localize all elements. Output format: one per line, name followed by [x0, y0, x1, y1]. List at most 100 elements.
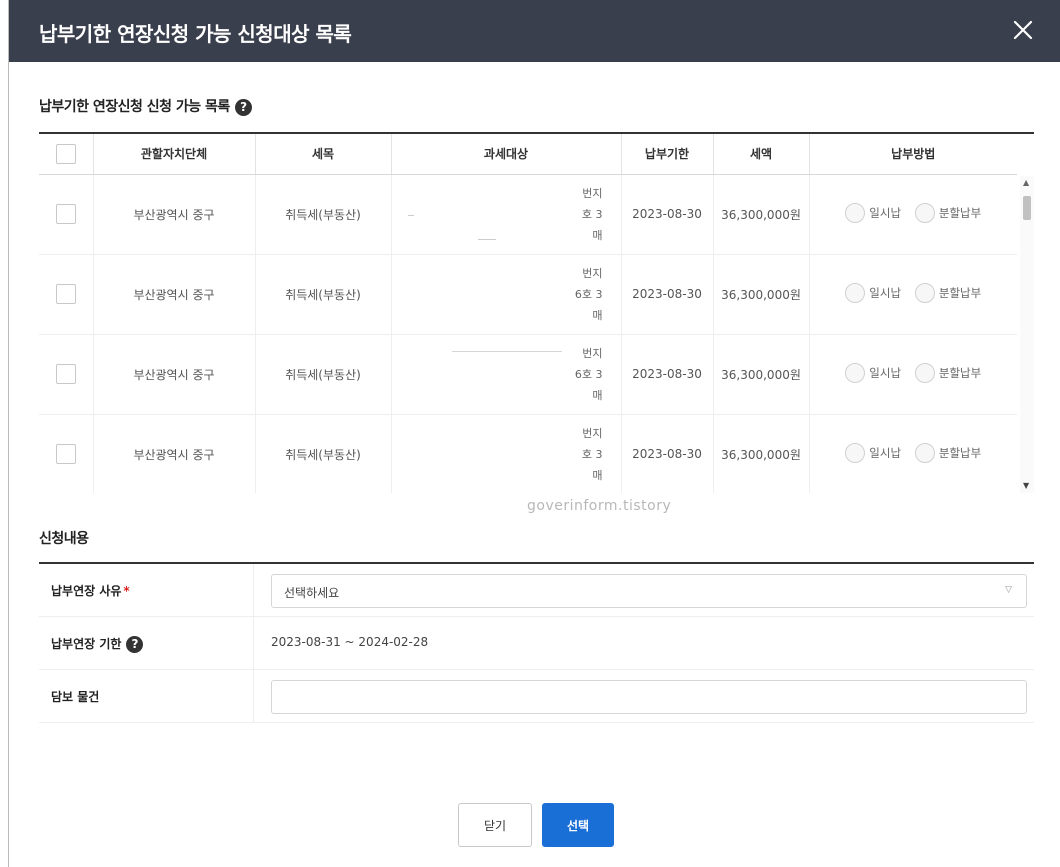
period-row: 납부연장 기한? 2023-08-31 ~ 2024-02-28: [39, 617, 1034, 670]
required-mark: *: [123, 584, 130, 598]
target-line: 6호 3: [574, 367, 603, 381]
payment-method-cell: 일시납 분할납부: [809, 174, 1017, 255]
select-all-cell: [39, 134, 94, 175]
payment-method-cell: 일시납 분할납부: [809, 254, 1017, 335]
table-row: 부산광역시 중구 취득세(부동산) 번지 6호 3 매 2023-08-30 3…: [39, 254, 1017, 335]
target-line: 호 3: [581, 207, 603, 221]
row-checkbox[interactable]: [55, 204, 76, 224]
payment-method-cell: 일시납 분할납부: [809, 414, 1017, 493]
lump-sum-option[interactable]: 일시납: [845, 282, 901, 303]
column-header-amount: 세액: [713, 134, 810, 175]
amount-cell: 36,300,000원: [713, 414, 810, 493]
target-line: 번지: [582, 346, 603, 360]
target-line: 매: [592, 468, 603, 482]
radio-button[interactable]: [845, 442, 866, 463]
help-icon[interactable]: ?: [126, 636, 144, 653]
authority-cell: 부산광역시 중구: [93, 174, 256, 255]
scroll-thumb[interactable]: [1023, 196, 1031, 220]
table-row: 부산광역시 중구 취득세(부동산) 번지 6호 3 매 2023-08-30 3…: [39, 334, 1017, 415]
due-date-cell: 2023-08-30: [621, 334, 714, 415]
target-line: 매: [592, 308, 603, 322]
row-checkbox[interactable]: [55, 284, 76, 304]
target-cell: 번지 호 3 매: [391, 174, 622, 255]
collateral-label: 담보 물건: [51, 690, 100, 704]
table-scrollbar[interactable]: ▲ ▼: [1020, 176, 1034, 493]
column-header-target: 과세대상: [391, 134, 622, 175]
select-button[interactable]: 선택: [542, 803, 614, 847]
radio-button[interactable]: [914, 362, 935, 383]
dialog-header: 납부기한 연장신청 가능 신청대상 목록: [9, 0, 1060, 62]
close-icon[interactable]: [1007, 14, 1039, 46]
radio-button[interactable]: [845, 202, 866, 223]
authority-cell: 부산광역시 중구: [93, 334, 256, 415]
radio-button[interactable]: [914, 442, 935, 463]
target-line: 6호 3: [574, 287, 603, 301]
amount-cell: 36,300,000원: [713, 334, 810, 415]
redaction-mark: [477, 238, 496, 240]
select-all-checkbox[interactable]: [55, 143, 76, 164]
installment-option[interactable]: 분할납부: [914, 202, 981, 223]
period-label: 납부연장 기한?: [51, 635, 144, 653]
due-date-cell: 2023-08-30: [621, 174, 714, 255]
redaction-mark: [407, 214, 414, 216]
payment-method-cell: 일시납 분할납부: [809, 334, 1017, 415]
installment-option[interactable]: 분할납부: [914, 362, 981, 383]
apply-form: 납부연장 사유 * 선택하세요 ▽ 납부연장 기한? 2023-08-31 ~ 2…: [39, 562, 1034, 723]
target-line: 번지: [582, 426, 603, 440]
chevron-down-icon: ▽: [1005, 585, 1012, 595]
authority-cell: 부산광역시 중구: [93, 414, 256, 493]
radio-button[interactable]: [914, 282, 935, 303]
tax-item-cell: 취득세(부동산): [255, 414, 392, 493]
list-section-title: 납부기한 연장신청 신청 가능 목록?: [39, 96, 252, 116]
column-header-tax-item: 세목: [255, 134, 392, 175]
watermark: goverinform.tistory: [527, 498, 672, 514]
table-header-row: 관할자치단체 세목 과세대상 납부기한 세액 납부방법: [39, 134, 1017, 175]
collateral-row: 담보 물건: [39, 670, 1034, 723]
collateral-input[interactable]: [271, 680, 1027, 714]
target-line: 번지: [582, 186, 603, 200]
row-checkbox[interactable]: [55, 444, 76, 464]
target-table: 관할자치단체 세목 과세대상 납부기한 세액 납부방법 부산광역시 중구 취득세…: [39, 132, 1034, 493]
table-row: 부산광역시 중구 취득세(부동산) 번지 호 3 매 2023-08-30 36…: [39, 174, 1017, 255]
reason-select-value: 선택하세요: [284, 586, 340, 600]
column-header-payment-method: 납부방법: [809, 134, 1017, 175]
installment-option[interactable]: 분할납부: [914, 282, 981, 303]
lump-sum-option[interactable]: 일시납: [845, 442, 901, 463]
lump-sum-option[interactable]: 일시납: [845, 202, 901, 223]
target-cell: 번지 6호 3 매: [391, 254, 622, 335]
row-checkbox[interactable]: [55, 364, 76, 384]
scroll-down-icon[interactable]: ▼: [1023, 481, 1029, 490]
tax-item-cell: 취득세(부동산): [255, 334, 392, 415]
close-button[interactable]: 닫기: [458, 803, 532, 847]
period-value: 2023-08-31 ~ 2024-02-28: [271, 635, 429, 649]
reason-row: 납부연장 사유 * 선택하세요 ▽: [39, 564, 1034, 617]
target-line: 매: [592, 228, 603, 242]
lump-sum-option[interactable]: 일시납: [845, 362, 901, 383]
reason-label: 납부연장 사유 *: [51, 584, 130, 598]
scroll-up-icon[interactable]: ▲: [1023, 178, 1029, 187]
target-line: 번지: [582, 266, 603, 280]
target-line: 매: [592, 388, 603, 402]
installment-option[interactable]: 분할납부: [914, 442, 981, 463]
help-icon[interactable]: ?: [234, 98, 252, 116]
due-date-cell: 2023-08-30: [621, 254, 714, 335]
target-cell: 번지 6호 3 매: [391, 334, 622, 415]
column-header-authority: 관할자치단체: [93, 134, 256, 175]
redaction-mark: [451, 350, 562, 352]
extension-dialog: 납부기한 연장신청 가능 신청대상 목록 납부기한 연장신청 신청 가능 목록?…: [8, 0, 1060, 867]
amount-cell: 36,300,000원: [713, 174, 810, 255]
due-date-cell: 2023-08-30: [621, 414, 714, 493]
radio-button[interactable]: [845, 362, 866, 383]
tax-item-cell: 취득세(부동산): [255, 174, 392, 255]
apply-section-title: 신청내용: [39, 531, 89, 547]
reason-select[interactable]: 선택하세요 ▽: [271, 574, 1027, 608]
tax-item-cell: 취득세(부동산): [255, 254, 392, 335]
dialog-title: 납부기한 연장신청 가능 신청대상 목록: [39, 22, 352, 46]
amount-cell: 36,300,000원: [713, 254, 810, 335]
radio-button[interactable]: [914, 202, 935, 223]
column-header-due-date: 납부기한: [621, 134, 714, 175]
radio-button[interactable]: [845, 282, 866, 303]
target-line: 호 3: [581, 447, 603, 461]
table-row: 부산광역시 중구 취득세(부동산) 번지 호 3 매 2023-08-30 36…: [39, 414, 1017, 493]
authority-cell: 부산광역시 중구: [93, 254, 256, 335]
